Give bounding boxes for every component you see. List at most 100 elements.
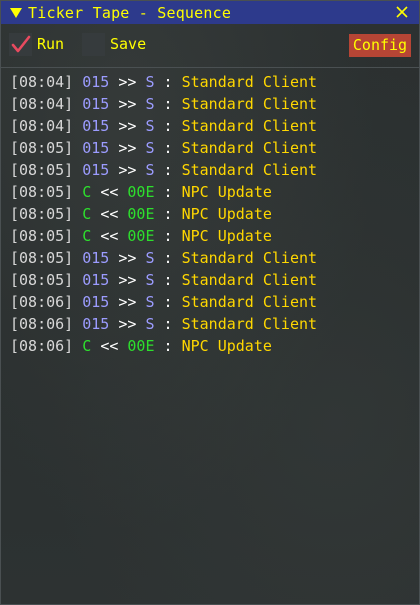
log-message: Standard Client [181, 271, 318, 289]
log-source: 015 [82, 139, 110, 157]
log-time: [08:05] [10, 183, 74, 201]
log-direction: >> [118, 293, 137, 311]
log-colon: : [163, 271, 173, 289]
log-destination: 00E [127, 205, 155, 223]
log-message: NPC Update [181, 183, 272, 201]
log-row: [08:05] C << 00E : NPC Update [10, 181, 410, 203]
log-source: C [82, 205, 92, 223]
log-direction: >> [118, 271, 137, 289]
log-source: C [82, 227, 92, 245]
log-destination: S [145, 73, 155, 91]
log-message: Standard Client [181, 95, 318, 113]
save-label[interactable]: Save [110, 35, 146, 53]
log-colon: : [163, 117, 173, 135]
log-direction: >> [118, 315, 137, 333]
collapse-arrow-icon[interactable] [10, 7, 22, 18]
log-destination: 00E [127, 337, 155, 355]
log-time: [08:05] [10, 205, 74, 223]
check-mark-icon [11, 35, 31, 53]
toolbar: Run Save Config [1, 24, 419, 66]
log-row: [08:06] 015 >> S : Standard Client [10, 291, 410, 313]
log-message: Standard Client [181, 139, 318, 157]
log-message: Standard Client [181, 293, 318, 311]
log-direction: >> [118, 117, 137, 135]
log-source: 015 [82, 95, 110, 113]
log-colon: : [163, 183, 173, 201]
log-message: NPC Update [181, 227, 272, 245]
log-source: C [82, 183, 92, 201]
log-time: [08:04] [10, 117, 74, 135]
log-direction: << [100, 183, 119, 201]
log-destination: 00E [127, 227, 155, 245]
log-row: [08:05] C << 00E : NPC Update [10, 225, 410, 247]
log-direction: >> [118, 139, 137, 157]
log-time: [08:04] [10, 73, 74, 91]
window-title: Ticker Tape - Sequence [28, 3, 232, 22]
log-message: Standard Client [181, 73, 318, 91]
config-button[interactable]: Config [349, 34, 411, 57]
log-direction: << [100, 227, 119, 245]
log-list: [08:04] 015 >> S : Standard Client [08:04… [10, 71, 410, 357]
log-destination: S [145, 271, 155, 289]
log-direction: << [100, 205, 119, 223]
log-time: [08:05] [10, 227, 74, 245]
log-colon: : [163, 205, 173, 223]
log-source: 015 [82, 271, 110, 289]
log-row: [08:06] C << 00E : NPC Update [10, 335, 410, 357]
log-colon: : [163, 227, 173, 245]
log-row: [08:05] 015 >> S : Standard Client [10, 159, 410, 181]
save-checkbox[interactable] [82, 33, 105, 56]
log-direction: << [100, 337, 119, 355]
log-source: C [82, 337, 92, 355]
log-message: Standard Client [181, 117, 318, 135]
log-time: [08:05] [10, 161, 74, 179]
close-button[interactable] [393, 3, 411, 21]
ticker-tape-window: Ticker Tape - Sequence Run Save Config [… [0, 0, 420, 605]
log-message: Standard Client [181, 161, 318, 179]
log-source: 015 [82, 249, 110, 267]
log-row: [08:04] 015 >> S : Standard Client [10, 93, 410, 115]
log-source: 015 [82, 293, 110, 311]
log-colon: : [163, 315, 173, 333]
log-colon: : [163, 293, 173, 311]
log-time: [08:04] [10, 95, 74, 113]
log-time: [08:05] [10, 249, 74, 267]
log-row: [08:04] 015 >> S : Standard Client [10, 71, 410, 93]
log-colon: : [163, 161, 173, 179]
log-destination: S [145, 249, 155, 267]
log-destination: S [145, 117, 155, 135]
log-time: [08:05] [10, 271, 74, 289]
log-message: Standard Client [181, 249, 318, 267]
log-destination: S [145, 95, 155, 113]
log-colon: : [163, 73, 173, 91]
log-destination: 00E [127, 183, 155, 201]
log-source: 015 [82, 73, 110, 91]
log-direction: >> [118, 95, 137, 113]
run-checkbox[interactable] [9, 33, 32, 56]
log-row: [08:05] 015 >> S : Standard Client [10, 269, 410, 291]
log-row: [08:05] 015 >> S : Standard Client [10, 247, 410, 269]
log-message: NPC Update [181, 205, 272, 223]
log-colon: : [163, 249, 173, 267]
log-message: NPC Update [181, 337, 272, 355]
title-bar[interactable]: Ticker Tape - Sequence [1, 1, 419, 24]
log-message: Standard Client [181, 315, 318, 333]
log-destination: S [145, 293, 155, 311]
log-direction: >> [118, 161, 137, 179]
separator [1, 67, 419, 68]
log-destination: S [145, 315, 155, 333]
log-destination: S [145, 161, 155, 179]
log-row: [08:05] 015 >> S : Standard Client [10, 137, 410, 159]
log-source: 015 [82, 117, 110, 135]
log-time: [08:06] [10, 315, 74, 333]
log-time: [08:06] [10, 293, 74, 311]
run-label[interactable]: Run [37, 35, 64, 53]
log-colon: : [163, 139, 173, 157]
close-icon [396, 6, 408, 18]
log-direction: >> [118, 249, 137, 267]
log-time: [08:05] [10, 139, 74, 157]
log-row: [08:04] 015 >> S : Standard Client [10, 115, 410, 137]
log-row: [08:05] C << 00E : NPC Update [10, 203, 410, 225]
log-source: 015 [82, 315, 110, 333]
log-colon: : [163, 337, 173, 355]
